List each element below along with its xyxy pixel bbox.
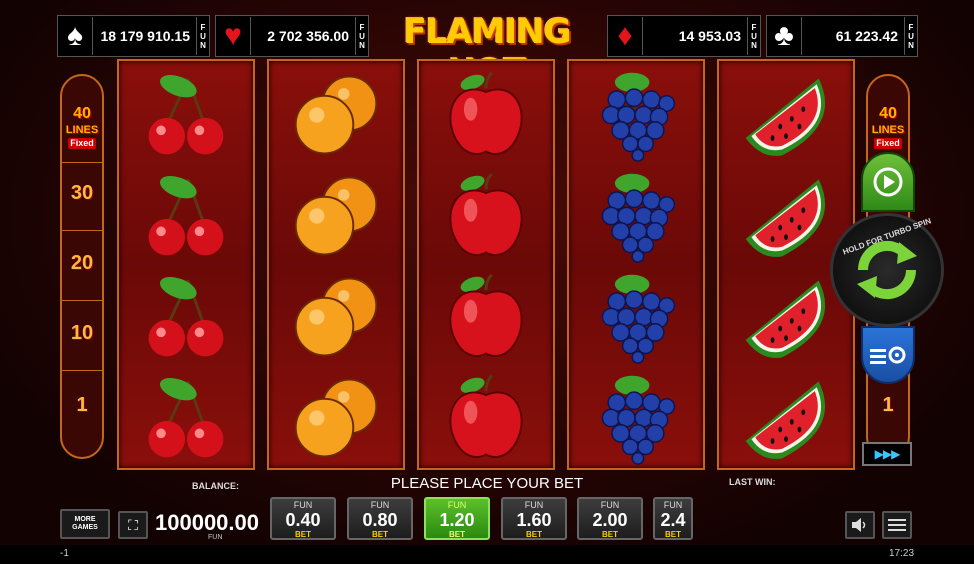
- bet-currency: FUN: [370, 500, 390, 510]
- bet-value: 1.60: [516, 510, 552, 530]
- line-marker: 20: [70, 252, 94, 274]
- bet-button[interactable]: FUN 1.20 BET: [424, 497, 490, 540]
- jackpot-diamond: ♦ 14 953.03 FUN: [607, 15, 761, 57]
- fast-forward-button[interactable]: ▶▶▶: [862, 442, 912, 466]
- jackpot-club: ♣ 61 223.42 FUN: [766, 15, 918, 57]
- spin-arrows-icon: [857, 240, 917, 300]
- bet-currency: FUN: [663, 500, 683, 510]
- cherry-symbol: [119, 368, 253, 468]
- watermelon-symbol: [719, 65, 853, 165]
- bet-caption: BET: [526, 530, 542, 539]
- apple-symbol: [419, 267, 553, 367]
- jackpot-unit: FUN: [355, 17, 368, 55]
- jackpot-unit: FUN: [196, 17, 209, 55]
- fast-forward-icon: ▶▶▶: [874, 447, 901, 461]
- jackpot-unit: FUN: [747, 17, 760, 55]
- bet-caption: BET: [295, 530, 311, 539]
- replay-icon: [873, 167, 903, 197]
- jackpot-unit: FUN: [904, 17, 917, 55]
- lines-caption: 40 LINES Fixed: [871, 105, 905, 149]
- settings-button[interactable]: [861, 326, 915, 384]
- menu-button[interactable]: [882, 511, 912, 539]
- bet-value: 1.20: [439, 510, 475, 530]
- line-marker: 30: [70, 182, 94, 204]
- jackpot-value: 61 223.42: [835, 28, 898, 44]
- bet-value: 2.00: [592, 510, 628, 530]
- reel-2: [267, 59, 405, 470]
- lines-caption: 40 LINES Fixed: [65, 105, 99, 149]
- grapes-symbol: [569, 368, 703, 468]
- fullscreen-button[interactable]: ⛶: [118, 511, 148, 539]
- bet-value: 2.4: [660, 510, 686, 530]
- bet-currency: FUN: [600, 500, 620, 510]
- grapes-symbol: [569, 267, 703, 367]
- status-left: -1: [60, 548, 69, 559]
- line-marker: 1: [76, 394, 88, 416]
- reel-1: [117, 59, 255, 470]
- apple-symbol: [419, 65, 553, 165]
- bet-button[interactable]: FUN 0.40 BET: [270, 497, 336, 540]
- more-games-label: MORE GAMES: [72, 516, 98, 531]
- cherry-symbol: [119, 65, 253, 165]
- bet-currency: FUN: [524, 500, 544, 510]
- jackpot-value: 2 702 356.00: [267, 28, 349, 44]
- orange-symbol: [269, 65, 403, 165]
- jackpot-value: 18 179 910.15: [100, 28, 190, 44]
- bet-button[interactable]: FUN 1.60 BET: [501, 497, 567, 540]
- jackpot-spade: ♠ 18 179 910.15 FUN: [57, 15, 210, 57]
- spin-button[interactable]: HOLD FOR TURBO SPIN: [830, 213, 944, 327]
- spade-icon: ♠: [58, 17, 93, 55]
- line-marker: 1: [882, 394, 894, 416]
- bet-value: 0.80: [362, 510, 398, 530]
- speaker-icon: [852, 518, 866, 532]
- apple-symbol: [419, 166, 553, 266]
- bet-caption: BET: [665, 530, 681, 539]
- grapes-symbol: [569, 166, 703, 266]
- settings-icon: [870, 346, 906, 364]
- game-title: FLAMING HOT: [403, 12, 571, 92]
- reel-4: [567, 59, 705, 470]
- orange-symbol: [269, 368, 403, 468]
- fullscreen-icon: ⛶: [128, 516, 138, 533]
- clock: 17:23: [889, 548, 915, 559]
- balance-value: 100000.00: [155, 510, 259, 535]
- watermelon-symbol: [719, 368, 853, 468]
- bet-caption: BET: [602, 530, 618, 539]
- line-marker: 10: [70, 322, 94, 344]
- hamburger-icon: [888, 519, 906, 531]
- bet-button[interactable]: FUN 2.00 BET: [577, 497, 643, 540]
- club-icon: ♣: [767, 17, 802, 55]
- lines-indicator-left: 40 LINES Fixed 30 20 10 1: [60, 74, 104, 459]
- status-message: PLEASE PLACE YOUR BET: [390, 475, 584, 492]
- bet-caption: BET: [449, 530, 465, 539]
- bet-caption: BET: [372, 530, 388, 539]
- bet-currency: FUN: [447, 500, 467, 510]
- more-games-button[interactable]: MORE GAMES: [60, 509, 110, 539]
- sound-button[interactable]: [845, 511, 875, 539]
- cherry-symbol: [119, 267, 253, 367]
- apple-symbol: [419, 368, 553, 468]
- grapes-symbol: [569, 65, 703, 165]
- orange-symbol: [269, 166, 403, 266]
- balance-label: BALANCE:: [192, 481, 239, 491]
- balance-unit: FUN: [208, 534, 223, 541]
- cherry-symbol: [119, 166, 253, 266]
- last-win-label: LAST WIN:: [729, 477, 776, 487]
- jackpot-value: 14 953.03: [678, 28, 741, 44]
- jackpot-heart: ♥ 2 702 356.00 FUN: [215, 15, 369, 57]
- bet-value: 0.40: [285, 510, 321, 530]
- reel-3: [417, 59, 555, 470]
- heart-icon: ♥: [216, 17, 251, 55]
- autoplay-spin-button[interactable]: [861, 152, 915, 212]
- bet-button[interactable]: FUN 2.4 BET: [653, 497, 693, 540]
- bet-button[interactable]: FUN 0.80 BET: [347, 497, 413, 540]
- bet-currency: FUN: [293, 500, 313, 510]
- diamond-icon: ♦: [608, 17, 643, 55]
- status-bar: -1 17:23: [0, 545, 974, 564]
- orange-symbol: [269, 267, 403, 367]
